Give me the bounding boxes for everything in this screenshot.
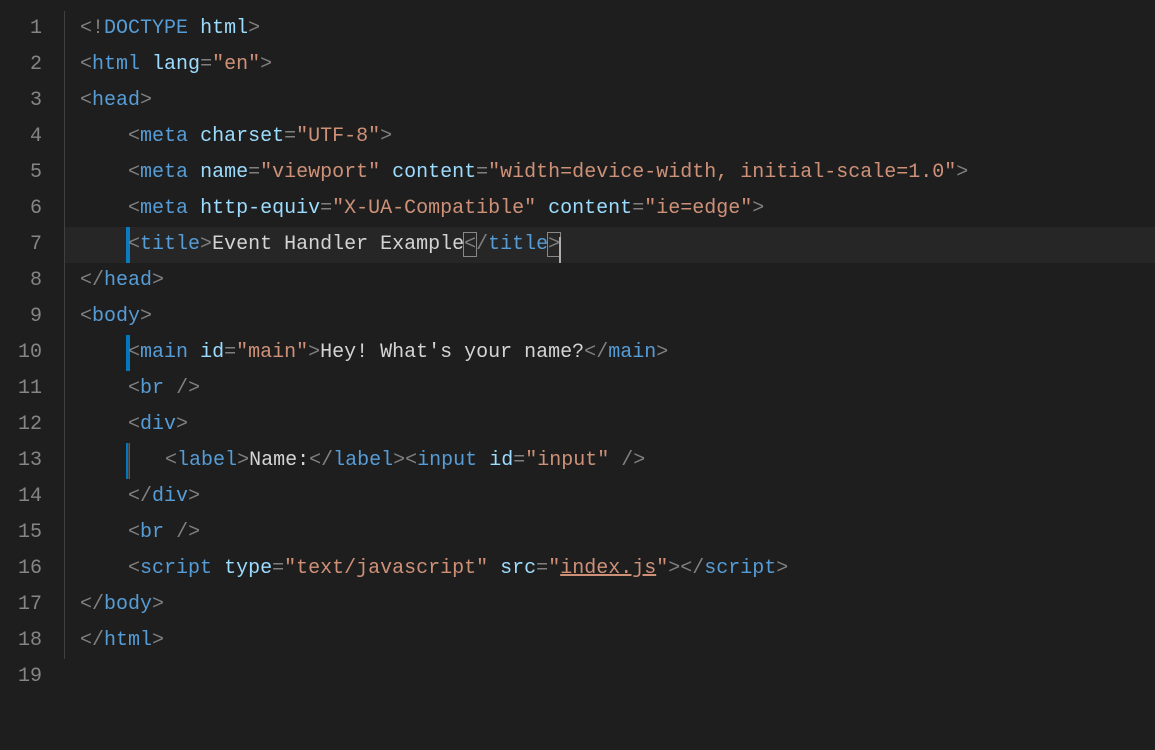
line-number[interactable]: 5 — [0, 155, 42, 191]
line-number[interactable]: 16 — [0, 551, 42, 587]
line-number[interactable]: 12 — [0, 407, 42, 443]
line-number[interactable]: 17 — [0, 587, 42, 623]
code-line[interactable]: </div> — [64, 479, 1155, 515]
code-line[interactable]: <main id="main">Hey! What's your name?</… — [64, 335, 1155, 371]
code-line[interactable]: <meta http-equiv="X-UA-Compatible" conte… — [64, 191, 1155, 227]
line-number[interactable]: 6 — [0, 191, 42, 227]
line-number[interactable]: 8 — [0, 263, 42, 299]
code-line[interactable]: </html> — [64, 623, 1155, 659]
code-line[interactable]: <head> — [64, 83, 1155, 119]
line-number[interactable]: 18 — [0, 623, 42, 659]
code-line[interactable]: <label>Name:</label><input id="input" /> — [64, 443, 1155, 479]
line-number[interactable]: 15 — [0, 515, 42, 551]
line-number-gutter: 1 2 3 4 5 6 7 8 9 10 11 12 13 14 15 16 1… — [0, 0, 64, 750]
code-line[interactable]: </head> — [64, 263, 1155, 299]
line-number[interactable]: 9 — [0, 299, 42, 335]
line-number[interactable]: 10 — [0, 335, 42, 371]
line-number[interactable]: 13 — [0, 443, 42, 479]
code-line[interactable]: <script type="text/javascript" src="inde… — [64, 551, 1155, 587]
code-line[interactable]: <body> — [64, 299, 1155, 335]
code-line[interactable]: <meta name="viewport" content="width=dev… — [64, 155, 1155, 191]
code-line[interactable]: </body> — [64, 587, 1155, 623]
code-line[interactable]: <meta charset="UTF-8"> — [64, 119, 1155, 155]
code-line[interactable]: <html lang="en"> — [64, 47, 1155, 83]
code-line[interactable]: <div> — [64, 407, 1155, 443]
line-number[interactable]: 1 — [0, 11, 42, 47]
line-number[interactable]: 7 — [0, 227, 42, 263]
line-number[interactable]: 4 — [0, 119, 42, 155]
code-line[interactable]: <br /> — [64, 371, 1155, 407]
line-number[interactable]: 19 — [0, 659, 42, 695]
code-line[interactable]: <br /> — [64, 515, 1155, 551]
line-number[interactable]: 14 — [0, 479, 42, 515]
code-line[interactable] — [64, 659, 1155, 695]
code-editor: 1 2 3 4 5 6 7 8 9 10 11 12 13 14 15 16 1… — [0, 0, 1155, 750]
code-content[interactable]: <!DOCTYPE html> <html lang="en"> <head> … — [64, 0, 1155, 750]
text-cursor — [559, 237, 561, 263]
line-number[interactable]: 3 — [0, 83, 42, 119]
line-number[interactable]: 2 — [0, 47, 42, 83]
line-number[interactable]: 11 — [0, 371, 42, 407]
code-line[interactable]: <!DOCTYPE html> — [64, 11, 1155, 47]
file-link[interactable]: index.js — [560, 557, 656, 580]
code-line-current[interactable]: <title>Event Handler Example</title> — [64, 227, 1155, 263]
